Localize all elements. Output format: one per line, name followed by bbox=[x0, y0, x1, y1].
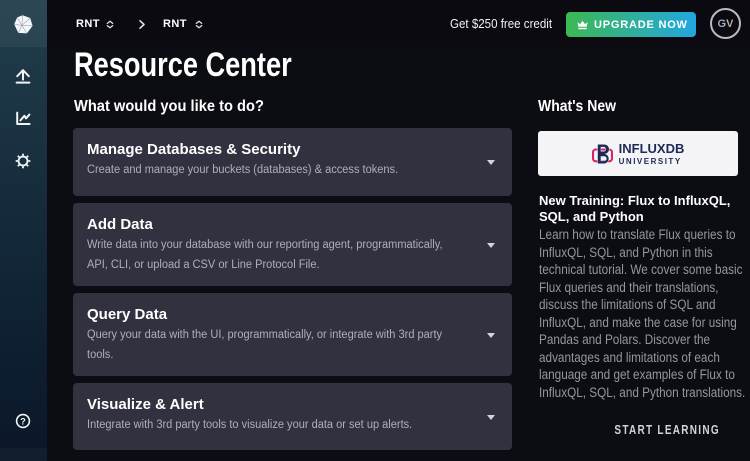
svg-text:?: ? bbox=[20, 416, 26, 426]
